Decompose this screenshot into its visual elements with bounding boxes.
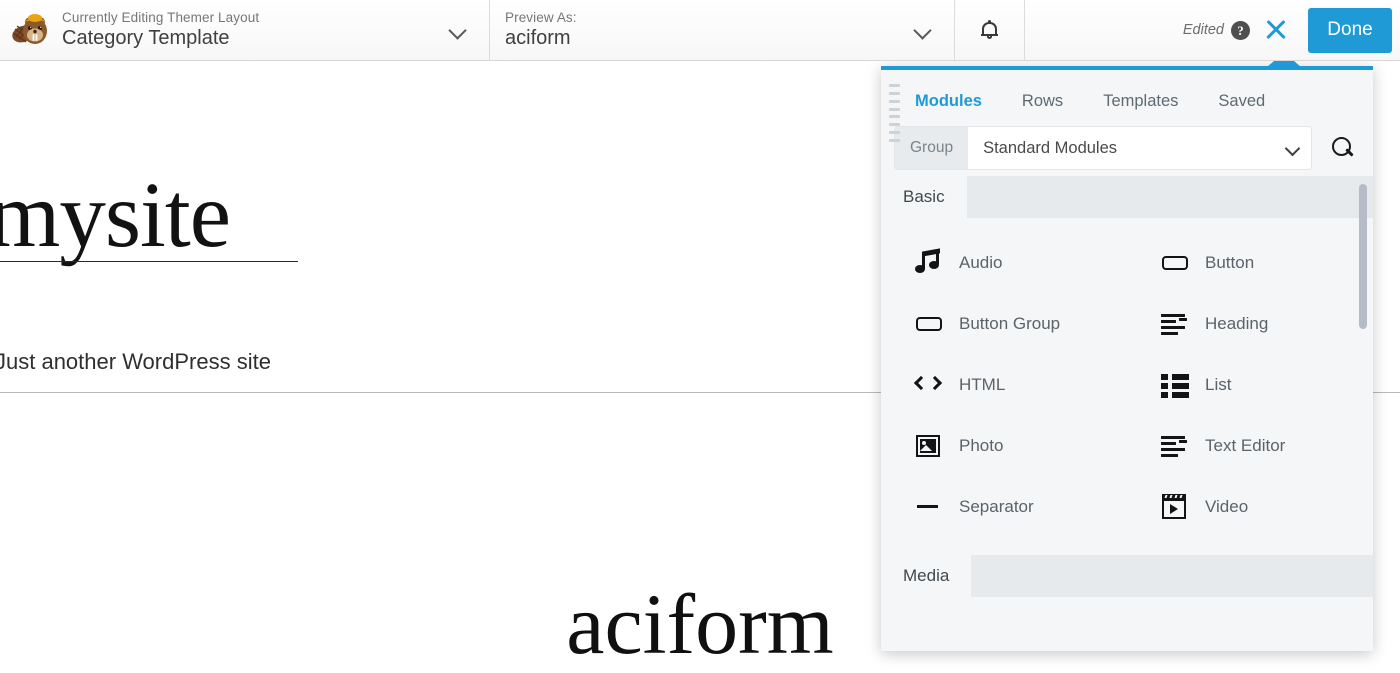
module-label: Heading xyxy=(1205,313,1269,333)
section-header-media[interactable]: Media xyxy=(881,555,1373,597)
topbar-actions: Edited ? Done xyxy=(955,0,1400,60)
module-audio[interactable]: Audio xyxy=(881,232,1127,293)
module-label: Button Group xyxy=(959,313,1061,333)
panel-scrollbar[interactable] xyxy=(1359,176,1367,651)
section-label-media: Media xyxy=(881,555,972,597)
beaver-logo-icon xyxy=(10,10,50,50)
module-heading[interactable]: Heading xyxy=(1127,293,1373,354)
group-select[interactable]: Group Standard Modules xyxy=(895,127,1311,169)
list-icon xyxy=(1161,372,1189,398)
module-label: Photo xyxy=(959,435,1004,455)
drag-handle-icon[interactable] xyxy=(889,84,900,142)
module-photo[interactable]: Photo xyxy=(881,415,1127,476)
edit-status: Edited ? xyxy=(1182,20,1250,40)
preview-as-eyebrow: Preview As: xyxy=(505,10,577,25)
section-content-basic: Audio Button Button Group Heading HTML L… xyxy=(881,218,1373,555)
module-video[interactable]: Video xyxy=(1127,476,1373,537)
panel-scrollbar-thumb[interactable] xyxy=(1359,184,1367,329)
heading-icon xyxy=(1161,311,1189,337)
site-title-rule xyxy=(0,261,298,262)
close-panel-button[interactable] xyxy=(1250,0,1302,60)
module-separator[interactable]: Separator xyxy=(881,476,1127,537)
builder-topbar: Currently Editing Themer Layout Category… xyxy=(0,0,1400,61)
chevron-down-icon[interactable] xyxy=(1277,127,1311,169)
edited-label: Edited xyxy=(1182,22,1224,38)
module-label: Audio xyxy=(959,252,1003,272)
module-button[interactable]: Button xyxy=(1127,232,1373,293)
done-button[interactable]: Done xyxy=(1308,7,1392,53)
preview-as-value: aciform xyxy=(505,27,571,49)
site-tagline: Just another WordPress site xyxy=(0,349,271,374)
search-icon xyxy=(1332,137,1354,159)
editing-layout-title: Category Template xyxy=(62,27,230,49)
button-group-icon xyxy=(915,311,943,337)
photo-icon xyxy=(915,433,943,459)
help-icon[interactable]: ? xyxy=(1231,20,1250,40)
notifications-button[interactable] xyxy=(955,0,1025,60)
module-text-editor[interactable]: Text Editor xyxy=(1127,415,1373,476)
content-panel: Modules Rows Templates Saved Group Stand… xyxy=(881,66,1373,651)
tab-rows[interactable]: Rows xyxy=(1022,92,1063,120)
module-label: List xyxy=(1205,374,1232,394)
module-label: Button xyxy=(1205,252,1255,272)
module-list: Basic Audio Button Button Group Heading … xyxy=(881,176,1373,651)
html-icon xyxy=(913,372,943,398)
text-editor-icon xyxy=(1161,433,1189,459)
module-label: Text Editor xyxy=(1205,435,1286,455)
video-icon xyxy=(1161,493,1189,520)
preview-as-selector[interactable]: Preview As: aciform xyxy=(490,0,955,60)
builder-screen: mysite Just another WordPress site acifo… xyxy=(0,0,1400,673)
separator-icon xyxy=(915,494,943,520)
module-label: HTML xyxy=(959,374,1006,394)
tab-saved[interactable]: Saved xyxy=(1218,92,1265,120)
group-select-value: Standard Modules xyxy=(983,138,1118,157)
group-select-badge: Group xyxy=(895,127,969,169)
site-title: mysite xyxy=(0,164,231,267)
audio-icon xyxy=(915,247,943,276)
module-list[interactable]: List xyxy=(1127,354,1373,415)
module-button-group[interactable]: Button Group xyxy=(881,293,1127,354)
panel-tab-bar: Modules Rows Templates Saved xyxy=(881,70,1373,120)
module-label: Video xyxy=(1205,496,1249,516)
chevron-down-icon[interactable] xyxy=(912,19,934,41)
tab-templates[interactable]: Templates xyxy=(1103,92,1178,120)
editing-layout-selector[interactable]: Currently Editing Themer Layout Category… xyxy=(0,0,490,60)
bell-icon xyxy=(981,20,998,40)
section-label-basic: Basic xyxy=(881,176,967,218)
button-icon xyxy=(1161,250,1189,276)
module-label: Separator xyxy=(959,496,1034,516)
panel-filter-row: Group Standard Modules xyxy=(881,120,1373,176)
tab-modules[interactable]: Modules xyxy=(915,92,982,120)
editing-layout-eyebrow: Currently Editing Themer Layout xyxy=(62,10,260,25)
search-button[interactable] xyxy=(1321,126,1365,170)
chevron-down-icon[interactable] xyxy=(447,19,469,41)
section-header-basic[interactable]: Basic xyxy=(881,176,1373,218)
module-html[interactable]: HTML xyxy=(881,354,1127,415)
